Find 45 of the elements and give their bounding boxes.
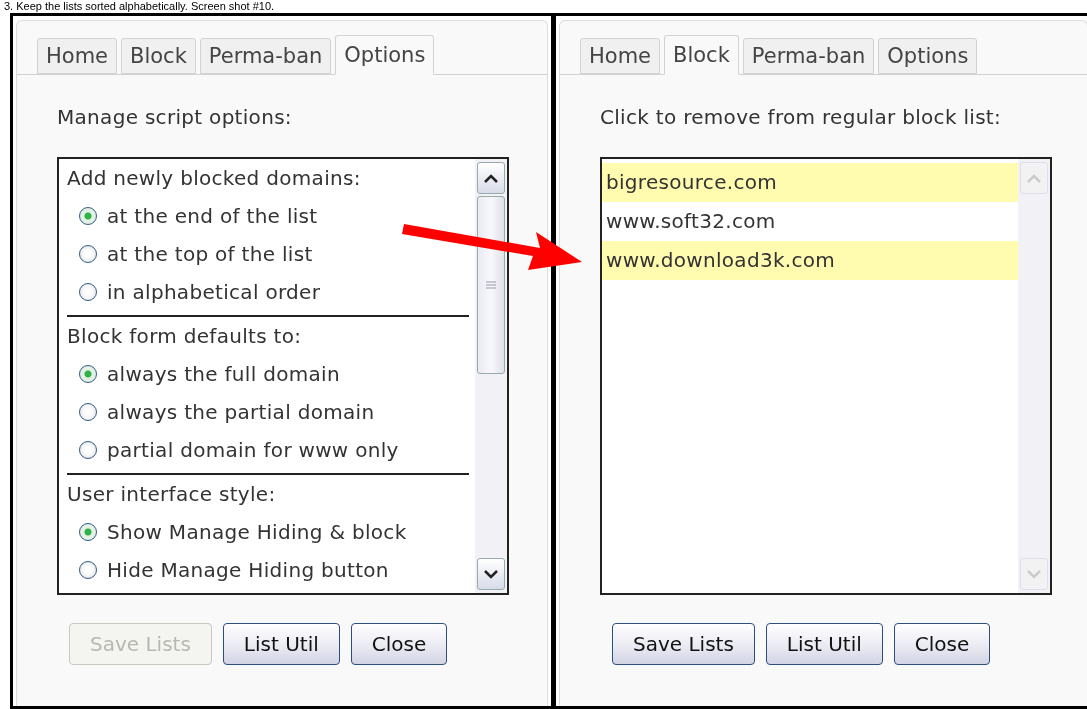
radio-button[interactable] [79, 441, 97, 459]
group-heading: User interface style: [67, 481, 277, 508]
dialog-button[interactable]: Close [893, 623, 991, 665]
tab[interactable]: Options [878, 38, 978, 74]
group-heading: Block form defaults to: [67, 323, 303, 350]
instruction-text: Manage script options: [56, 104, 293, 131]
scrollbar-thumb[interactable] [477, 196, 505, 374]
radio-option[interactable]: Hide Manage Hiding button [67, 551, 469, 589]
tab[interactable]: Home [37, 38, 117, 74]
group-heading: Add newly blocked domains: [67, 165, 362, 192]
tab[interactable]: Block [664, 35, 739, 75]
domain-item[interactable]: www.download3k.com [602, 241, 1018, 280]
radio-option[interactable]: at the end of the list [67, 197, 469, 235]
tab[interactable]: Home [580, 38, 660, 74]
tab[interactable]: Perma-ban [199, 38, 332, 74]
dialog-button[interactable]: List Util [765, 623, 883, 665]
radio-option[interactable]: always the partial domain [67, 393, 469, 431]
dialog-button[interactable]: List Util [222, 623, 340, 665]
scrollbar[interactable] [475, 159, 507, 593]
radio-option[interactable]: at the top of the list [67, 235, 469, 273]
radio-option[interactable]: Show Manage Hiding & block [67, 513, 469, 551]
tab[interactable]: Perma-ban [742, 38, 875, 74]
chevron-down-icon [484, 569, 498, 579]
chevron-down-icon [1027, 569, 1041, 579]
radio-button[interactable] [79, 403, 97, 421]
radio-option[interactable]: partial domain for www only [67, 431, 469, 469]
radio-option[interactable]: in alphabetical order [67, 273, 469, 311]
tab[interactable]: Block [121, 38, 196, 74]
dialog-button[interactable]: Save Lists [612, 623, 755, 665]
radio-button[interactable] [79, 365, 97, 383]
scroll-up-button[interactable] [477, 162, 505, 194]
tab[interactable]: Options [335, 35, 435, 75]
radio-option[interactable]: always the full domain [67, 355, 469, 393]
chevron-up-icon [484, 173, 498, 183]
radio-button[interactable] [79, 207, 97, 225]
radio-button[interactable] [79, 523, 97, 541]
domain-item[interactable]: bigresource.com [602, 163, 1018, 202]
radio-button[interactable] [79, 561, 97, 579]
dialog-button[interactable]: Close [350, 623, 448, 665]
instruction-text: Click to remove from regular block list: [599, 104, 1003, 131]
radio-button[interactable] [79, 245, 97, 263]
radio-button[interactable] [79, 283, 97, 301]
chevron-up-icon [1027, 173, 1041, 183]
scroll-down-button[interactable] [477, 558, 505, 590]
caption-text: 3. Keep the lists sorted alphabetically. Screen shot #10. [3, 0, 276, 13]
